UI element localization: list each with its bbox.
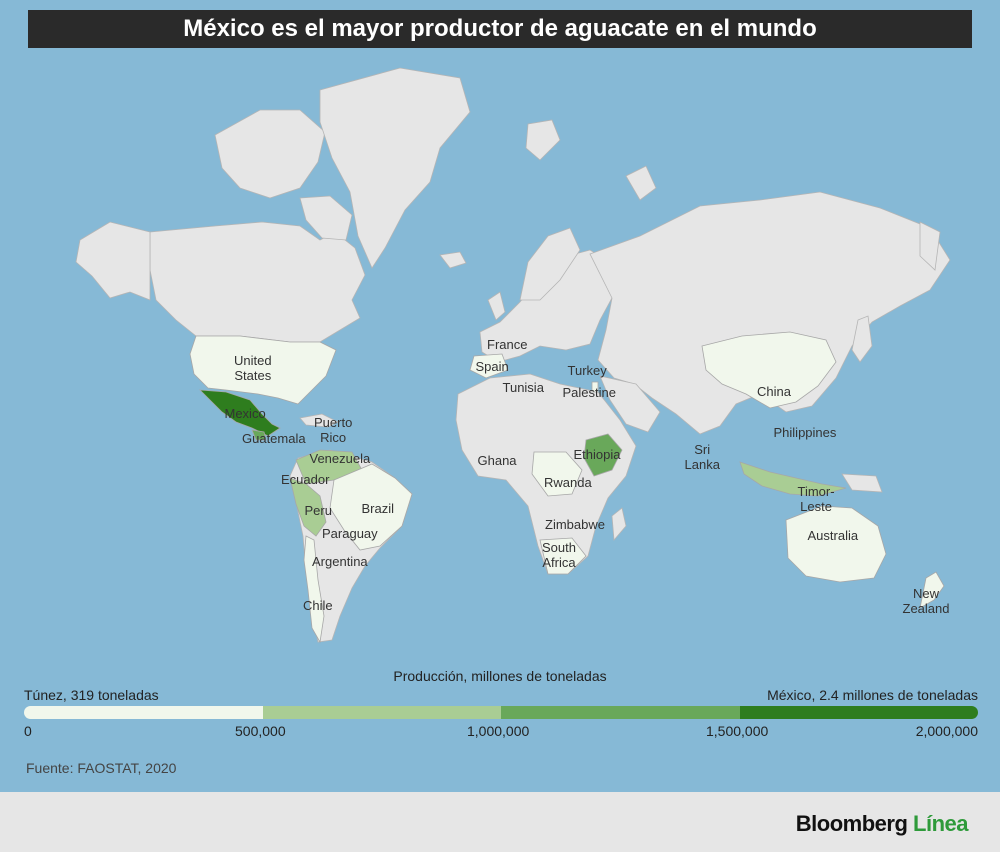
country-label-line: Africa [542, 555, 576, 570]
legend-tick-3: 1,500,000 [706, 723, 769, 739]
country-label-rwanda: Rwanda [544, 475, 592, 490]
country-label-peru: Peru [305, 503, 332, 518]
world-map [75, 67, 951, 644]
country-label-line: Rico [320, 430, 347, 445]
country-label-line: Ghana [477, 453, 517, 468]
country-label-china: China [757, 384, 791, 399]
country-label-line: Zimbabwe [545, 517, 605, 532]
legend-tick-2: 1,000,000 [467, 723, 530, 739]
country-label-timor-leste: Timor- Leste [798, 484, 835, 514]
country-label-line: Leste [800, 499, 832, 514]
country-label-france: France [487, 337, 527, 352]
country-label-ethiopia: Ethiopia [574, 447, 621, 462]
country-label-line: Lanka [684, 457, 720, 472]
country-label-line: Ethiopia [573, 447, 621, 462]
country-label-line: Timor- [797, 484, 835, 499]
country-label-line: France [487, 337, 528, 352]
iceland-shape [439, 251, 467, 269]
country-label-united-states: United States [234, 353, 272, 383]
legend-tick-4: 2,000,000 [915, 723, 978, 739]
legend-caption: Producción, millones de toneladas [393, 668, 607, 684]
country-label-line: Peru [304, 503, 332, 518]
country-label-line: China [757, 384, 791, 399]
canada-shape [149, 221, 366, 343]
country-label-philippines: Philippines [774, 425, 837, 440]
brand-logo: Bloomberg Línea [795, 811, 969, 837]
country-label-line: Venezuela [309, 451, 371, 466]
country-label-line: Ecuador [281, 472, 330, 487]
brand-logo-part1: Bloomberg [795, 811, 908, 836]
madagascar-shape [611, 507, 627, 541]
country-label-line: Brazil [361, 501, 395, 516]
country-label-new-zealand: New Zealand [903, 586, 950, 616]
country-label-argentina: Argentina [312, 554, 368, 569]
country-label-line: Puerto [314, 415, 353, 430]
legend-tick-1: 500,000 [235, 723, 286, 739]
legend-color-bar [24, 706, 978, 719]
country-label-brazil: Brazil [362, 501, 395, 516]
legend-segment-1 [24, 706, 263, 719]
legend-min-label: Túnez, 319 toneladas [24, 687, 159, 703]
australia-shape [785, 505, 887, 583]
country-label-sri-lanka: Sri Lanka [685, 442, 720, 472]
country-label-line: Tunisia [502, 380, 544, 395]
legend-tick-0: 0 [24, 723, 32, 739]
svalbard-shape [525, 119, 561, 161]
country-label-line: Argentina [312, 554, 368, 569]
country-label-line: Rwanda [544, 475, 592, 490]
country-label-line: New [912, 586, 939, 601]
novaya-zemlya-shape [625, 165, 657, 201]
country-label-line: Guatemala [242, 431, 306, 446]
country-label-mexico: Mexico [225, 406, 266, 421]
legend-max-label: México, 2.4 millones de toneladas [767, 687, 978, 703]
legend-segment-3 [501, 706, 740, 719]
new-guinea-shape [841, 473, 883, 493]
country-label-palestine: Palestine [563, 385, 616, 400]
country-label-chile: Chile [303, 598, 333, 613]
country-label-line: Paraguay [322, 526, 378, 541]
alaska-shape [75, 221, 151, 301]
country-label-line: Australia [807, 528, 859, 543]
source-note: Fuente: FAOSTAT, 2020 [26, 760, 177, 776]
country-label-australia: Australia [808, 528, 859, 543]
legend-segment-4 [739, 706, 978, 719]
country-label-tunisia: Tunisia [503, 380, 544, 395]
country-label-ghana: Ghana [478, 453, 517, 468]
legend-segment-2 [262, 706, 501, 719]
country-label-south-africa: South Africa [542, 540, 576, 570]
country-label-ecuador: Ecuador [281, 472, 329, 487]
country-label-line: Spain [475, 359, 509, 374]
country-label-venezuela: Venezuela [310, 451, 371, 466]
brand-logo-part2: Línea [913, 811, 968, 836]
country-label-zimbabwe: Zimbabwe [545, 517, 605, 532]
country-label-line: Mexico [224, 406, 266, 421]
country-label-turkey: Turkey [568, 363, 607, 378]
country-label-puerto-rico: Puerto Rico [314, 415, 352, 445]
country-label-line: Chile [303, 598, 333, 613]
footer-bar: Bloomberg Línea [0, 792, 1000, 852]
country-label-paraguay: Paraguay [322, 526, 378, 541]
map-title: México es el mayor productor de aguacate… [28, 10, 972, 48]
country-label-line: Turkey [567, 363, 607, 378]
country-label-line: States [234, 368, 272, 383]
uk-shape [487, 291, 506, 321]
country-label-line: Zealand [902, 601, 950, 616]
arctic-islands-shape [214, 109, 326, 199]
country-label-line: Palestine [562, 385, 616, 400]
country-label-line: South [542, 540, 576, 555]
country-label-spain: Spain [476, 359, 509, 374]
country-label-line: United [234, 353, 272, 368]
country-label-line: Philippines [773, 425, 837, 440]
country-label-line: Sri [694, 442, 711, 457]
country-label-guatemala: Guatemala [242, 431, 306, 446]
